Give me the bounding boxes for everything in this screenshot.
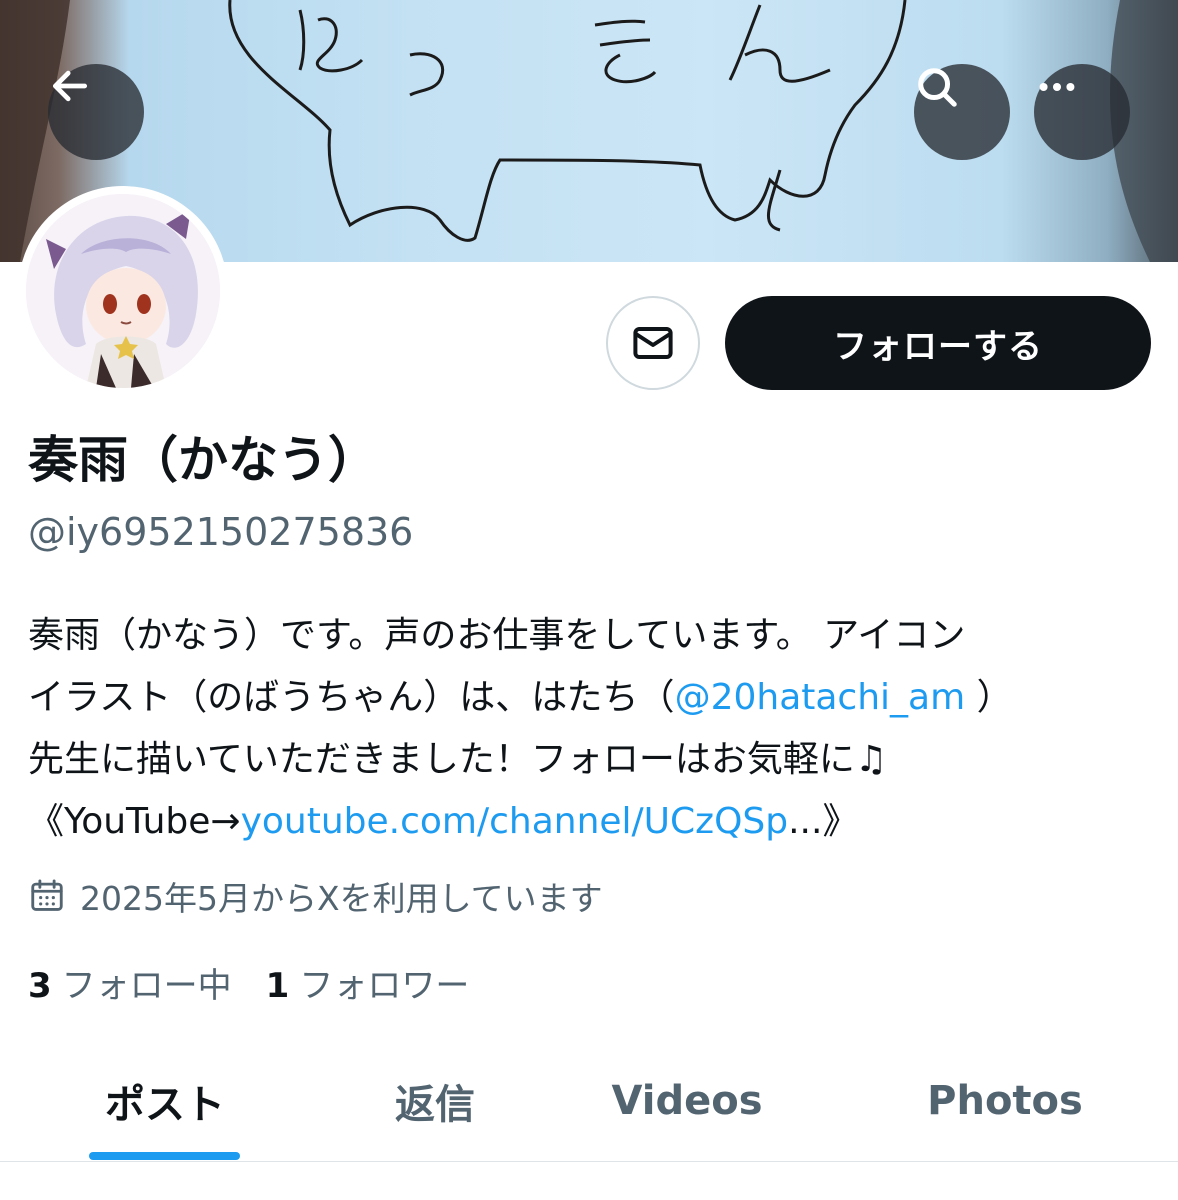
bio-text: ...》	[788, 801, 859, 842]
following-count: 3	[28, 966, 52, 1006]
profile-bio: 奏雨（かなう）です。声のお仕事をしています。 アイコン イラスト（のばうちゃん）…	[28, 605, 1158, 853]
bio-line: 奏雨（かなう）です。声のお仕事をしています。 アイコン	[28, 615, 966, 656]
bio-line: 先生に描いていただきました！フォローはお気軽に♫	[28, 739, 888, 780]
arrow-left-icon	[52, 70, 88, 102]
bio-text: イラスト（のばうちゃん）は、はたち（	[28, 677, 675, 718]
followers-link[interactable]: 1 フォロワー	[266, 958, 470, 1007]
tab-divider	[0, 1161, 1178, 1162]
following-label: フォロー中	[61, 966, 232, 1006]
calendar-icon	[31, 879, 63, 911]
more-horizontal-icon	[1039, 82, 1075, 92]
tab-videos[interactable]: Videos	[562, 1040, 812, 1162]
bio-text: ）	[965, 677, 1013, 718]
tab-posts[interactable]: ポスト	[40, 1040, 290, 1162]
youtube-link[interactable]: youtube.com/channel/UCzQSp	[241, 801, 789, 842]
back-button[interactable]	[48, 64, 144, 160]
join-date: 2025年5月からXを利用しています	[28, 872, 603, 920]
follow-counts: 3 フォロー中 1 フォロワー	[28, 958, 503, 1007]
follow-button[interactable]: フォローする	[725, 296, 1151, 390]
join-date-text: 2025年5月からXを利用しています	[80, 879, 603, 918]
bio-line: イラスト（のばうちゃん）は、はたち（@20hatachi_am ）	[28, 667, 1158, 729]
active-tab-indicator	[89, 1152, 240, 1160]
tab-photos[interactable]: Photos	[880, 1040, 1130, 1162]
followers-label: フォロワー	[299, 966, 470, 1006]
mail-icon	[633, 327, 673, 359]
followers-count: 1	[265, 966, 290, 1006]
avatar[interactable]	[18, 186, 228, 396]
bio-text: 《YouTube→	[28, 801, 241, 842]
search-icon	[918, 68, 957, 107]
avatar-image	[26, 194, 220, 388]
more-button[interactable]	[1034, 64, 1130, 160]
following-link[interactable]: 3 フォロー中	[28, 958, 232, 1007]
mention-link[interactable]: @20hatachi_am	[675, 677, 966, 718]
user-handle: @iy6952150275836	[28, 510, 414, 554]
bio-line: 《YouTube→youtube.com/channel/UCzQSp...》	[28, 791, 1158, 853]
tab-replies[interactable]: 返信	[310, 1040, 560, 1162]
display-name: 奏雨（かなう）	[28, 431, 378, 489]
search-button[interactable]	[914, 64, 1010, 160]
profile-tabs: ポスト 返信 Videos Photos	[0, 1040, 1178, 1162]
message-button[interactable]	[606, 296, 700, 390]
